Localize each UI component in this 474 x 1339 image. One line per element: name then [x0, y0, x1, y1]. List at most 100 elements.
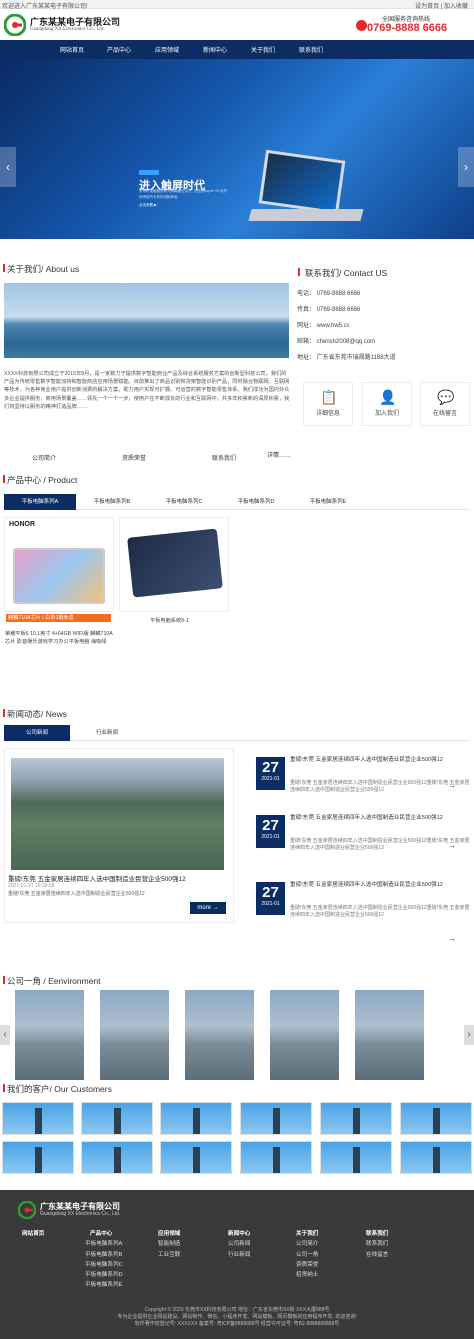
customer-logo[interactable]	[81, 1141, 153, 1174]
footer-link[interactable]: 平板电脑系列E	[85, 1280, 123, 1290]
footer-head-products[interactable]: 产品中心	[85, 1229, 123, 1239]
footer-link[interactable]: 公司新闻	[228, 1239, 250, 1249]
about-title: 关于我们/ About us	[7, 264, 80, 274]
environment-photo[interactable]	[355, 990, 424, 1080]
footer-link[interactable]: 公司简介	[296, 1239, 318, 1249]
product-caption[interactable]: 平板电脑系统8-1	[150, 618, 189, 626]
footer-col-applications: 应用领域 智能制造 工业互联	[158, 1229, 180, 1260]
customer-logo[interactable]	[160, 1102, 232, 1135]
customer-logo[interactable]	[160, 1141, 232, 1174]
footer-link[interactable]: 平板电脑系列A	[85, 1239, 123, 1249]
tab-company-news[interactable]: 公司新闻	[4, 725, 70, 741]
tab-series-b[interactable]: 平板电脑系列B	[76, 494, 148, 510]
environment-photo[interactable]	[185, 990, 254, 1080]
banner-subtext-2: 获得前所未有的流畅体验	[139, 195, 178, 199]
news-date-box: 27 2021-01	[256, 757, 285, 790]
product-card[interactable]	[119, 517, 229, 612]
tab-industry-news[interactable]: 行业新闻	[74, 725, 140, 741]
join-us-label: 加入我们	[374, 411, 399, 417]
tab-series-c[interactable]: 平板电脑系列C	[148, 494, 220, 510]
company-logo-icon[interactable]	[4, 14, 26, 36]
about-link-more[interactable]: 详情……	[267, 450, 291, 459]
about-link-intro[interactable]: 公司简介	[32, 453, 56, 462]
about-link-honor[interactable]: 资质荣誉	[122, 453, 146, 462]
env-next-button[interactable]: ›	[464, 1025, 474, 1045]
online-message-button[interactable]: 💬 在线留言	[420, 382, 470, 426]
news-item-title[interactable]: 重磅!东莞 五金家居连续四年入选中国制造业民营企业500强12	[290, 815, 470, 823]
product-card[interactable]: HONOR	[4, 517, 114, 612]
contact-email[interactable]: 邮箱： chensh2008@qq.com	[297, 336, 375, 345]
customer-logo[interactable]	[2, 1141, 74, 1174]
contact-fax: 传真： 0769-8888 6666	[297, 307, 361, 313]
footer-link-home[interactable]: 网站首页	[22, 1229, 44, 1239]
footer-head-news[interactable]: 新闻中心	[228, 1229, 250, 1239]
news-month: 2021-01	[261, 901, 280, 907]
hero-banner[interactable]: ‹ › 进入触屏时代 采用防误触触控和大屏幕触控设计, 让您的Aspire V5…	[0, 59, 474, 239]
footer-link[interactable]: 资质荣誉	[296, 1260, 318, 1270]
env-prev-button[interactable]: ‹	[0, 1025, 10, 1045]
tab-series-d[interactable]: 平板电脑系列D	[220, 494, 292, 510]
featured-news-title[interactable]: 重磅!东莞 五金家居连续四年入选中国制造业民营企业500强12	[8, 873, 228, 883]
footer-link[interactable]: 公司一角	[296, 1250, 318, 1260]
banner-cta[interactable]: 点击查看 ▶	[139, 203, 157, 208]
banner-prev-button[interactable]: ‹	[0, 147, 16, 187]
customer-logo[interactable]	[240, 1141, 312, 1174]
detail-info-button[interactable]: 📋 详细信息	[303, 382, 353, 426]
user-add-icon: 👤	[379, 389, 397, 405]
footer-link[interactable]: 招贤纳士	[296, 1270, 318, 1280]
footer-link[interactable]: 平板电脑系列C	[85, 1260, 123, 1270]
arrow-right-icon[interactable]: →	[448, 781, 456, 790]
environment-photo[interactable]	[15, 990, 84, 1080]
customer-logo[interactable]	[2, 1102, 74, 1135]
featured-news-image[interactable]	[11, 758, 224, 870]
nav-applications[interactable]: 应用领域	[155, 45, 179, 54]
nav-home[interactable]: 网站首页	[60, 45, 84, 54]
banner-subtext: 采用防误触触控和大屏幕触控设计, 让您的Aspire V5 系列	[139, 189, 228, 193]
about-link-contact[interactable]: 联系我们	[212, 453, 236, 462]
customer-logo[interactable]	[400, 1141, 472, 1174]
environment-photo[interactable]	[100, 990, 169, 1080]
footer-link[interactable]: 联系我们	[366, 1239, 388, 1249]
join-us-button[interactable]: 👤 加入我们	[362, 382, 412, 426]
laptop-base-image	[248, 209, 364, 221]
contact-website[interactable]: 网址： www.hw5.cc	[297, 320, 350, 329]
footer-head-applications[interactable]: 应用领域	[158, 1229, 180, 1239]
tab-series-a[interactable]: 平板电脑系列A	[4, 494, 76, 510]
news-item-desc: 重磅!东莞 五金家居连续四年入选中国制造业民营企业500强12重磅!东莞 五金家…	[290, 905, 470, 918]
news-month: 2021-01	[261, 834, 280, 840]
environment-photo[interactable]	[270, 990, 339, 1080]
customer-logo[interactable]	[81, 1102, 153, 1135]
footer-head-contact[interactable]: 联系我们	[366, 1229, 388, 1239]
customer-logo[interactable]	[320, 1102, 392, 1135]
nav-contact[interactable]: 联系我们	[299, 45, 323, 54]
footer-link[interactable]: 在线留言	[366, 1250, 388, 1260]
customer-logo[interactable]	[240, 1102, 312, 1135]
arrow-right-icon[interactable]: →	[448, 841, 456, 850]
footer-link[interactable]: 智能制造	[158, 1239, 180, 1249]
footer-logo-icon	[18, 1201, 36, 1219]
contact-phone: 电话： 0769-8888 6666	[297, 291, 361, 297]
customer-logo[interactable]	[400, 1102, 472, 1135]
news-item-title[interactable]: 重磅!东莞 五金家居连续四年入选中国制造业民营企业500强12	[290, 882, 470, 890]
footer-link[interactable]: 工业互联	[158, 1250, 180, 1260]
footer-link[interactable]: 平板电脑系列D	[85, 1270, 123, 1280]
product-tabs: 平板电脑系列A 平板电脑系列B 平板电脑系列C 平板电脑系列D 平板电脑系列E	[4, 494, 470, 510]
more-button[interactable]: more →	[190, 902, 226, 914]
header: 广东某某电子有限公司 Guangdong XX Electronics Co.,…	[0, 9, 474, 39]
footer-head-about[interactable]: 关于我们	[296, 1229, 318, 1239]
tab-series-e[interactable]: 平板电脑系列E	[292, 494, 364, 510]
nav-about[interactable]: 关于我们	[251, 45, 275, 54]
product-caption[interactable]: 荣耀平板6 10.1英寸 4+64GB WIFI版 麒麟710A芯片 影音娱乐游…	[5, 631, 113, 646]
arrow-right-icon[interactable]: →	[448, 934, 456, 943]
contact-title: 联系我们/ Contact US	[305, 268, 388, 278]
footer-col-news: 新闻中心 公司新闻 行业新闻	[228, 1229, 250, 1260]
nav-news[interactable]: 新闻中心	[203, 45, 227, 54]
customer-logo[interactable]	[320, 1141, 392, 1174]
footer-link[interactable]: 平板电脑系列B	[85, 1250, 123, 1260]
banner-next-button[interactable]: ›	[458, 147, 474, 187]
news-month: 2021-01	[261, 776, 280, 782]
nav-products[interactable]: 产品中心	[107, 45, 131, 54]
product-title: 产品中心 / Product	[7, 475, 78, 485]
news-item-title[interactable]: 重磅!东莞 五金家居连续四年入选中国制造业民营企业500强12	[290, 757, 470, 765]
footer-link[interactable]: 行业新闻	[228, 1250, 250, 1260]
